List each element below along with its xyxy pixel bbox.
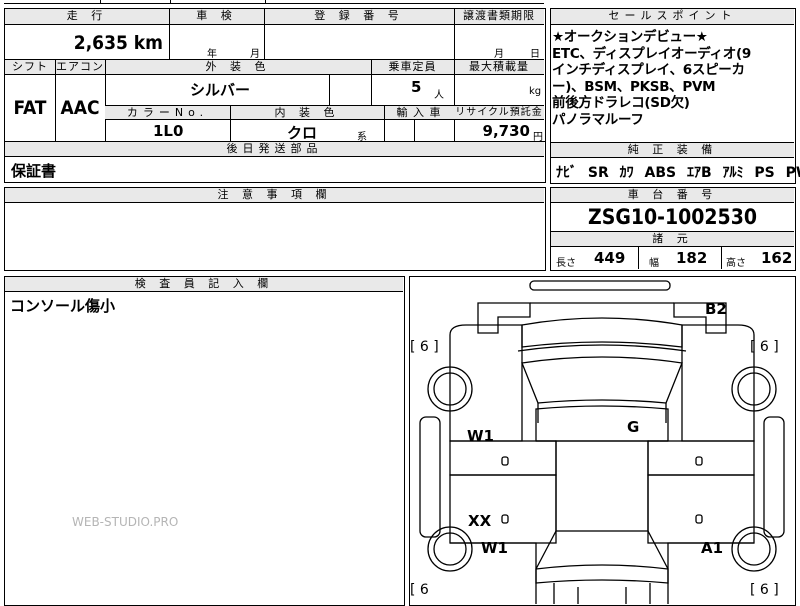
- interior-color-header: 内 装 色: [230, 106, 384, 120]
- inspector-value: コンソール傷小: [10, 297, 116, 315]
- sales-point-line: ★オークションデビュー★: [552, 29, 708, 45]
- damage-mark-xx: XX: [468, 512, 492, 530]
- interior-color-value: クロ: [287, 124, 318, 142]
- divider: [329, 75, 330, 105]
- damage-mark-g: G: [627, 418, 640, 436]
- equipment-item: SR: [587, 165, 609, 181]
- mileage-header: 走 行: [5, 9, 169, 25]
- sales-point-line: 前後方ドラレコ(SD欠): [552, 95, 690, 111]
- inspector-section: 検 査 員 記 入 欄 コンソール傷小: [4, 276, 405, 606]
- damage-mark-w1-lower: W1: [481, 539, 508, 557]
- chassis-section: 車 台 番 号 ZSG10-1002530 諸 元 長さ 449 幅 182 高…: [550, 187, 796, 271]
- equipment-item: ｶﾜ: [619, 165, 634, 181]
- registration-header: 登 録 番 号: [264, 9, 454, 25]
- car-diagram-section: [ 6 ] [ 6 ] [ 6 [ 6 ] B2 W1 G XX W1 A1: [409, 276, 796, 606]
- width-label: 幅: [649, 258, 659, 269]
- inspection-month-label: 月: [250, 49, 260, 60]
- equipment-item: ｱﾙﾐ: [722, 165, 744, 181]
- sales-point-line: ー)、BSM、PKSB、PVM: [552, 78, 716, 95]
- load-unit: kg: [529, 86, 542, 97]
- shift-value: FAT: [13, 97, 47, 119]
- divider: [169, 9, 170, 59]
- top-border-line: [4, 3, 544, 4]
- shift-header: シフト: [5, 60, 55, 75]
- capacity-value: 5: [411, 78, 422, 96]
- equipment-item: ABS: [644, 165, 677, 181]
- inspection-year-label: 年: [207, 49, 217, 60]
- sales-points-text: ★オークションデビュー★ ETC、ディスプレイオーディオ(9 インチディスプレイ…: [552, 29, 792, 128]
- tire-right-rear-label: [ 6 ]: [750, 582, 779, 598]
- equipment-list: ﾅﾋﾞ SR ｶﾜ ABS ｴｱB ｱﾙﾐ PS PW: [556, 162, 800, 182]
- sales-points-section: セールスポイント ★オークションデビュー★ ETC、ディスプレイオーディオ(9 …: [550, 8, 800, 184]
- damage-mark-b2: B2: [705, 300, 727, 318]
- exterior-color-value: シルバー: [190, 81, 251, 99]
- equipment-item: ﾅﾋﾞ: [556, 165, 577, 181]
- divider: [638, 247, 639, 269]
- exterior-color-header: 外 装 色: [105, 60, 371, 75]
- sales-point-line: インチディスプレイ、6スピーカ: [552, 62, 745, 78]
- equipment-item: ｴｱB: [686, 165, 712, 181]
- recycle-deposit-header: リサイクル預託金: [454, 106, 544, 120]
- top-divider: [100, 0, 101, 4]
- later-parts-section: 後日発送部品 保証書: [4, 141, 546, 183]
- notes-section: 注 意 事 項 欄: [4, 187, 546, 271]
- import-header: 輸 入 車: [384, 106, 454, 120]
- color-number-value: 1L0: [153, 122, 184, 140]
- equipment-item: PW: [785, 165, 800, 181]
- divider: [264, 9, 265, 59]
- capacity-header: 乗車定員: [371, 60, 454, 75]
- sales-point-line: パノラマルーフ: [552, 111, 644, 128]
- tire-left-rear-label: [ 6: [410, 582, 429, 598]
- transfer-month-label: 月: [494, 49, 504, 60]
- length-value: 449: [594, 249, 626, 267]
- tire-left-front-label: [ 6 ]: [410, 339, 439, 355]
- height-label: 高さ: [726, 258, 746, 269]
- sales-points-header: セールスポイント: [551, 9, 794, 25]
- capacity-unit: 人: [434, 90, 444, 101]
- divider: [230, 106, 231, 141]
- width-value: 182: [676, 249, 708, 267]
- transfer-day-label: 日: [530, 49, 540, 60]
- top-divider: [265, 0, 266, 4]
- aircon-value: AAC: [60, 97, 100, 119]
- mileage-value: 2,635 km: [73, 32, 163, 54]
- color-number-header: カラーNo.: [105, 106, 230, 120]
- damage-mark-a1: A1: [701, 539, 724, 557]
- inspection-header: 車 検: [169, 9, 264, 25]
- vehicle-info-table: 走 行 車 検 登 録 番 号 譲渡書類期限 2,635 km 年 月 月 日 …: [4, 8, 546, 143]
- divider: [721, 247, 722, 269]
- equipment-header: 純 正 装 備: [551, 143, 794, 158]
- length-label: 長さ: [556, 258, 576, 269]
- tire-right-front-label: [ 6 ]: [750, 339, 779, 355]
- equipment-item: PS: [754, 165, 775, 181]
- recycle-deposit-value: 9,730: [482, 122, 530, 140]
- notes-header: 注 意 事 項 欄: [5, 188, 544, 203]
- watermark: WEB-STUDIO.PRO: [72, 515, 179, 529]
- divider: [371, 60, 372, 105]
- height-value: 162: [761, 249, 793, 267]
- dimensions-header: 諸 元: [551, 232, 794, 247]
- chassis-number-value: ZSG10-1002530: [588, 205, 757, 229]
- divider: [454, 9, 455, 59]
- aircon-header: エアコン: [55, 60, 105, 75]
- damage-mark-w1-upper: W1: [467, 427, 494, 445]
- inspector-header: 検 査 員 記 入 欄: [5, 277, 403, 292]
- later-parts-header: 後日発送部品: [5, 142, 544, 157]
- later-parts-value: 保証書: [11, 162, 57, 180]
- divider: [384, 106, 385, 141]
- chassis-number-header: 車 台 番 号: [551, 188, 794, 203]
- sales-point-line: ETC、ディスプレイオーディオ(9: [552, 45, 751, 62]
- max-load-header: 最大積載量: [454, 60, 544, 75]
- divider: [414, 120, 415, 141]
- transfer-deadline-header: 譲渡書類期限: [454, 9, 544, 25]
- divider: [105, 60, 106, 141]
- top-divider: [170, 0, 171, 4]
